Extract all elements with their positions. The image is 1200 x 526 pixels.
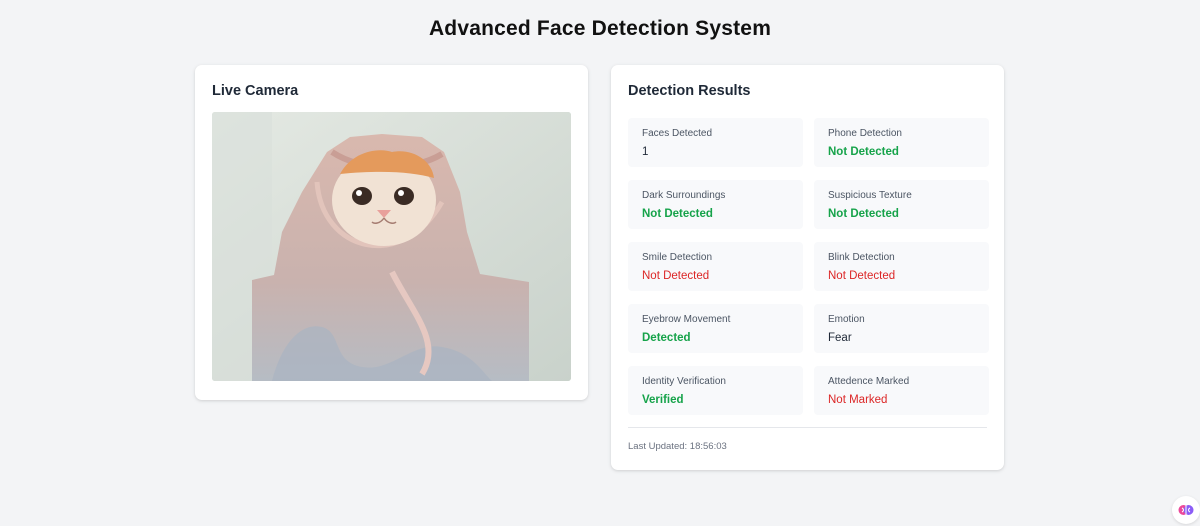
- camera-feed: [212, 112, 571, 381]
- result-label: Phone Detection: [828, 128, 902, 139]
- result-value: Verified: [642, 394, 684, 406]
- result-eyebrow-movement: Eyebrow Movement Detected: [628, 304, 803, 353]
- results-divider: [628, 427, 987, 428]
- result-value: Not Detected: [642, 270, 710, 282]
- results-card-title: Detection Results: [628, 83, 751, 99]
- result-dark-surroundings: Dark Surroundings Not Detected: [628, 180, 803, 229]
- result-value: Detected: [642, 332, 691, 344]
- camera-feed-image: [212, 112, 571, 381]
- result-attendance-marked: Attedence Marked Not Marked: [814, 366, 989, 415]
- result-identity-verification: Identity Verification Verified: [628, 366, 803, 415]
- result-blink-detection: Blink Detection Not Detected: [814, 242, 989, 291]
- result-value: Not Detected: [828, 270, 896, 282]
- result-label: Faces Detected: [642, 128, 713, 139]
- result-label: Smile Detection: [642, 252, 713, 263]
- result-value: 1: [642, 146, 649, 158]
- result-value: Not Detected: [642, 208, 713, 220]
- assistant-badge-button[interactable]: [1172, 496, 1200, 524]
- result-phone-detection: Phone Detection Not Detected: [814, 118, 989, 167]
- result-suspicious-texture: Suspicious Texture Not Detected: [814, 180, 989, 229]
- detection-results-card: Detection Results Faces Detected 1 Phone…: [611, 65, 1004, 470]
- result-emotion: Emotion Fear: [814, 304, 989, 353]
- result-value: Not Detected: [828, 146, 899, 158]
- result-value: Fear: [828, 332, 852, 344]
- camera-card-title: Live Camera: [212, 83, 299, 99]
- result-label: Emotion: [828, 314, 865, 325]
- page-title: Advanced Face Detection System: [428, 17, 772, 40]
- result-label: Attedence Marked: [828, 376, 910, 387]
- result-faces-detected: Faces Detected 1: [628, 118, 803, 167]
- last-updated-text: Last Updated: 18:56:03: [628, 441, 727, 452]
- result-label: Dark Surroundings: [642, 190, 726, 201]
- result-smile-detection: Smile Detection Not Detected: [628, 242, 803, 291]
- result-label: Blink Detection: [828, 252, 895, 263]
- result-value: Not Detected: [828, 208, 899, 220]
- result-label: Suspicious Texture: [828, 190, 912, 201]
- brain-icon: [1178, 505, 1194, 515]
- result-label: Identity Verification: [642, 376, 726, 387]
- result-label: Eyebrow Movement: [642, 314, 731, 325]
- result-value: Not Marked: [828, 394, 888, 406]
- live-camera-card: Live Camera: [195, 65, 588, 400]
